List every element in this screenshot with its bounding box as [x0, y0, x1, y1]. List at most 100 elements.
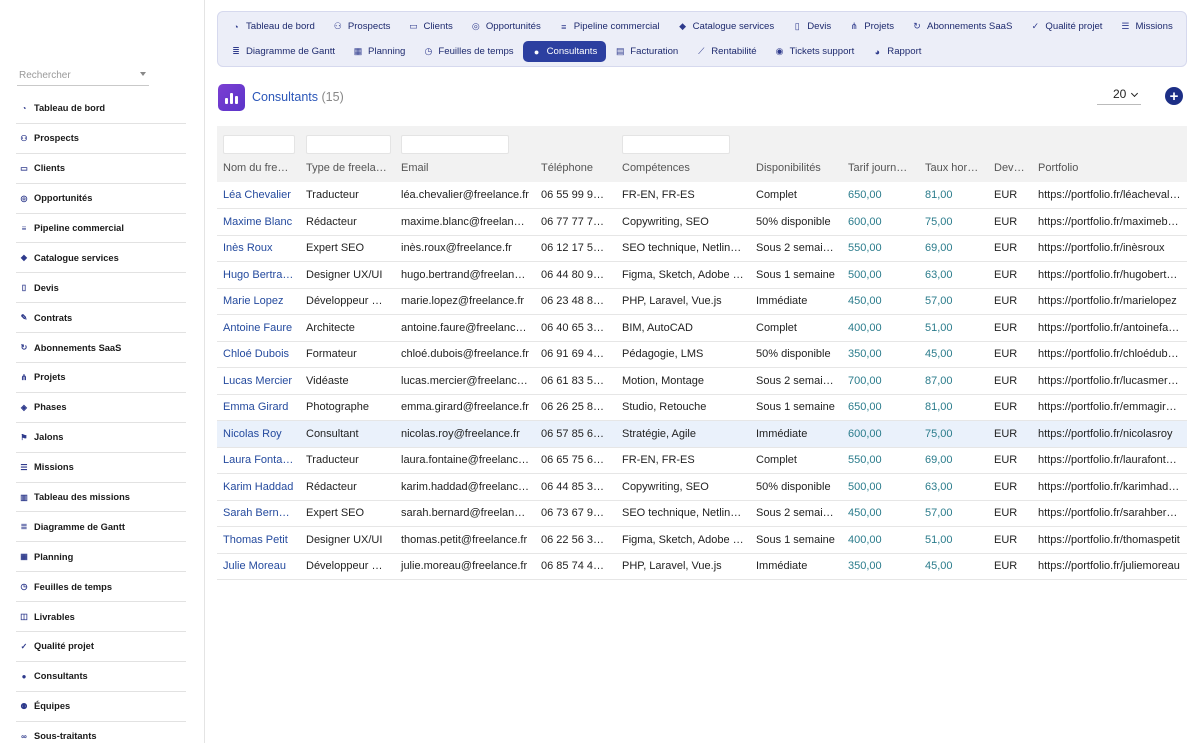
sidebar-item-tableau-de-bord[interactable]: ◔ Tableau de bord: [16, 94, 186, 124]
sidebar-item-tableau-des-missions[interactable]: ▥ Tableau des missions: [16, 483, 186, 513]
sidebar-item-equipes[interactable]: ⚉ Équipes: [16, 692, 186, 722]
cell-name[interactable]: Antoine Faure: [217, 315, 300, 342]
sidebar-item-planning[interactable]: ▦ Planning: [16, 542, 186, 573]
column-header[interactable]: Disponibilités: [750, 154, 842, 182]
cell-name[interactable]: Hugo Bertrand: [217, 262, 300, 289]
tab-facturation[interactable]: ▤ Facturation: [606, 41, 687, 62]
table-row[interactable]: Léa Chevalier Traducteur léa.chevalier@fre…: [217, 182, 1187, 209]
table-row[interactable]: Marie Lopez Développeur Web marie.lopez@fr…: [217, 288, 1187, 315]
tab-label: Opportunités: [485, 21, 541, 32]
tab-missions[interactable]: ☰ Missions: [1111, 16, 1181, 37]
tab-qualite-projet[interactable]: ✓ Qualité projet: [1021, 16, 1111, 37]
sidebar-item-missions[interactable]: ☰ Missions: [16, 453, 186, 483]
cell-availability: Complet: [756, 454, 797, 467]
search-select[interactable]: Rechercher: [17, 66, 149, 86]
cell-phone: 06 55 99 93 26: [541, 189, 615, 201]
tab-pipeline-commercial[interactable]: ≡ Pipeline commercial: [550, 16, 669, 37]
sidebar-item-contrats[interactable]: ✎ Contrats: [16, 303, 186, 334]
table-row[interactable]: Thomas Petit Designer UX/UI thomas.petit@f…: [217, 527, 1187, 554]
cell-availability: Sous 2 semaines: [756, 242, 841, 255]
tab-abonnements-saas[interactable]: ↻ Abonnements SaaS: [903, 16, 1021, 37]
sidebar-item-abonnements-saas[interactable]: ↻ Abonnements SaaS: [16, 333, 186, 364]
table-row[interactable]: Sarah Bernard Expert SEO sarah.bernard@fre…: [217, 500, 1187, 527]
column-header[interactable]: Email: [395, 154, 535, 182]
table-row[interactable]: Nicolas Roy Consultant nicolas.roy@freelan…: [217, 420, 1187, 448]
table-row[interactable]: Laura Fontaine Traducteur laura.fontaine@f…: [217, 447, 1187, 474]
sidebar-item-sous-traitants[interactable]: ∞ Sous-traitants: [16, 722, 186, 743]
cell-portfolio: https://portfolio.fr/thomaspetit: [1038, 533, 1180, 546]
tab-rentabilite[interactable]: ⟋ Rentabilité: [687, 41, 765, 62]
cell-name[interactable]: Julie Moreau: [217, 553, 300, 580]
sidebar-item-diagramme-de-gantt[interactable]: ≣ Diagramme de Gantt: [16, 512, 186, 543]
sidebar-item-clients[interactable]: ▭ Clients: [16, 154, 186, 184]
cell-name[interactable]: Lucas Mercier: [217, 368, 300, 395]
cell-name[interactable]: Marie Lopez: [217, 288, 300, 315]
cell-name[interactable]: Thomas Petit: [217, 527, 300, 554]
sidebar-item-devis[interactable]: ▯ Devis: [16, 273, 186, 304]
column-header[interactable]: Nom du freelance: [217, 154, 300, 182]
cell-portfolio: https://portfolio.fr/sarahbernard: [1038, 507, 1187, 520]
column-header[interactable]: Compétences: [616, 154, 750, 182]
table-row[interactable]: Antoine Faure Architecte antoine.faure@fre…: [217, 315, 1187, 342]
cell-name[interactable]: Nicolas Roy: [217, 421, 300, 448]
cell-name[interactable]: Inès Roux: [217, 235, 300, 262]
tab-clients[interactable]: ▭ Clients: [399, 16, 461, 37]
sidebar-item-catalogue-services[interactable]: ◆ Catalogue services: [16, 243, 186, 274]
cell-name[interactable]: Emma Girard: [217, 394, 300, 421]
sidebar-item-opportunites[interactable]: ◎ Opportunités: [16, 184, 186, 214]
tab-consultants[interactable]: ● Consultants: [522, 41, 607, 62]
cell-name[interactable]: Sarah Bernard: [217, 500, 300, 527]
column-header[interactable]: Devise: [988, 154, 1032, 182]
sidebar-item-jalons[interactable]: ⚑ Jalons: [16, 423, 186, 453]
sidebar-item-livrables[interactable]: ◫ Livrables: [16, 602, 186, 633]
sidebar-item-feuilles-de-temps[interactable]: ◷ Feuilles de temps: [16, 572, 186, 603]
column-header[interactable]: Portfolio: [1032, 154, 1187, 182]
tab-label: Rapport: [887, 46, 922, 57]
table-row[interactable]: Maxime Blanc Rédacteur maxime.blanc@freela…: [217, 209, 1187, 236]
table-row[interactable]: Lucas Mercier Vidéaste lucas.mercier@freel…: [217, 368, 1187, 395]
table-row[interactable]: Karim Haddad Rédacteur karim.haddad@freela…: [217, 474, 1187, 501]
cell-name[interactable]: Karim Haddad: [217, 474, 300, 501]
table-row[interactable]: Julie Moreau Développeur Web julie.moreau@…: [217, 553, 1187, 580]
column-header[interactable]: Tarif journalier: [842, 154, 919, 182]
table-row[interactable]: Emma Girard Photographe emma.girard@freela…: [217, 394, 1187, 421]
cell-skills: Studio, Retouche: [622, 401, 707, 414]
sidebar-item-pipeline-commercial[interactable]: ≡ Pipeline commercial: [16, 214, 186, 244]
sidebar-item-phases[interactable]: ◈ Phases: [16, 393, 186, 423]
sidebar-item-label: Sous-traitants: [34, 731, 97, 742]
sidebar-item-projets[interactable]: ⋔ Projets: [16, 363, 186, 393]
cell-name[interactable]: Maxime Blanc: [217, 209, 300, 236]
table-row[interactable]: Chloé Dubois Formateur chloé.dubois@freela…: [217, 341, 1187, 368]
tab-prospects[interactable]: ⚇ Prospects: [324, 16, 400, 37]
tab-planning[interactable]: ▦ Planning: [344, 41, 414, 62]
tab-devis[interactable]: ▯ Devis: [783, 16, 840, 37]
tab-diagramme-de-gantt[interactable]: ≣ Diagramme de Gantt: [222, 41, 344, 62]
tab-opportunites[interactable]: ◎ Opportunités: [462, 16, 550, 37]
sidebar-item-consultants[interactable]: ● Consultants: [16, 662, 186, 692]
table-row[interactable]: Hugo Bertrand Designer UX/UI hugo.bertrand…: [217, 262, 1187, 289]
column-header[interactable]: Type de freelance: [300, 154, 395, 182]
column-header[interactable]: Téléphone: [535, 154, 616, 182]
cell-portfolio: https://portfolio.fr/hugobertrand: [1038, 268, 1187, 281]
column-header[interactable]: Taux horaire: [919, 154, 988, 182]
cell-name[interactable]: Chloé Dubois: [217, 341, 300, 368]
filter-input-skills[interactable]: [622, 135, 730, 154]
page-size-select[interactable]: 20: [1097, 86, 1141, 105]
tab-catalogue-services[interactable]: ◆ Catalogue services: [669, 16, 784, 37]
tab-rapport[interactable]: ◕ Rapport: [863, 41, 930, 62]
add-consultant-button[interactable]: +: [1165, 87, 1183, 105]
cell-currency: EUR: [994, 401, 1018, 414]
filter-input-name[interactable]: [223, 135, 295, 154]
sidebar-item-prospects[interactable]: ⚇ Prospects: [16, 124, 186, 154]
table-row[interactable]: Inès Roux Expert SEO inès.roux@freelance.f…: [217, 235, 1187, 262]
cell-name[interactable]: Léa Chevalier: [217, 182, 300, 209]
sidebar-item-qualite-projet[interactable]: ✓ Qualité projet: [16, 632, 186, 662]
tab-feuilles-de-temps[interactable]: ◷ Feuilles de temps: [414, 41, 522, 62]
filter-input-type[interactable]: [306, 135, 391, 154]
filter-input-email[interactable]: [401, 135, 509, 154]
cell-name[interactable]: Laura Fontaine: [217, 447, 300, 474]
tab-projets[interactable]: ⋔ Projets: [840, 16, 903, 37]
tab-tableau-de-bord[interactable]: ◔ Tableau de bord: [222, 16, 324, 37]
tab-tickets-support[interactable]: ◉ Tickets support: [766, 41, 864, 62]
cell-email: lucas.mercier@freelance.fr: [401, 374, 533, 387]
